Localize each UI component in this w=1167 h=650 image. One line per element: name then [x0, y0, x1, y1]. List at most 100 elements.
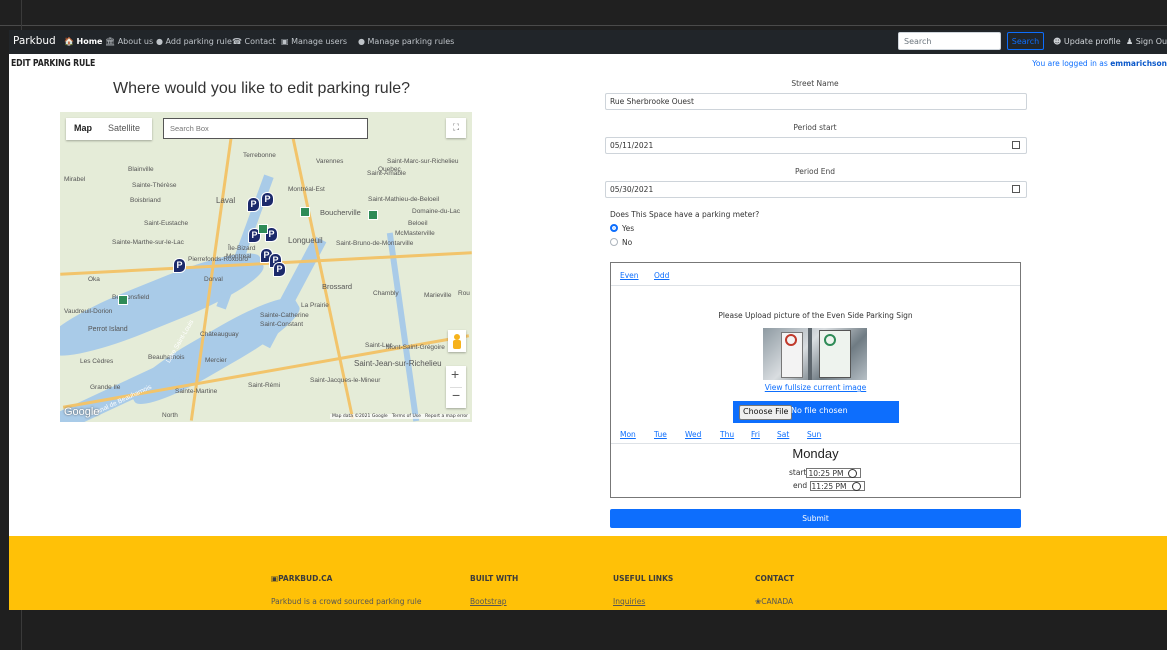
divider [611, 285, 1020, 286]
browser-top-strip [0, 0, 1167, 26]
map-pin-icon: ● [358, 37, 365, 46]
period-end-value: 05/30/2021 [610, 185, 654, 194]
park-marker-icon [368, 210, 378, 220]
footer-contact: CONTACT [755, 574, 795, 583]
navbar-search-input[interactable]: Search [898, 32, 1001, 50]
period-start-input[interactable]: 05/11/2021 [605, 137, 1027, 154]
zoom-out-button[interactable]: − [452, 387, 460, 403]
tab-tue[interactable]: Tue [654, 430, 667, 439]
nav-about-us[interactable]: 🏛 About us [105, 37, 153, 46]
map-city-label: Saint-Jean-sur-Richelieu [354, 359, 442, 368]
map-city-label: Mirabel [64, 176, 86, 183]
map-city-label: Saint-Jacques-le-Mineur [310, 377, 381, 384]
tab-fri[interactable]: Fri [751, 430, 760, 439]
street-name-input[interactable]: Rue Sherbrooke Ouest [605, 93, 1027, 110]
map-city-label: Brossard [322, 282, 353, 291]
map-search-box[interactable]: Search Box [163, 118, 368, 139]
username[interactable]: emmarichson [1110, 59, 1167, 68]
tab-wed[interactable]: Wed [685, 430, 701, 439]
tab-even[interactable]: Even [620, 271, 639, 280]
map-city-label: Laval [216, 196, 236, 205]
end-time-input[interactable]: 11:25 PM [809, 481, 865, 491]
parking-marker-icon[interactable]: P [173, 258, 186, 273]
map-city-label: Blainville [128, 166, 154, 173]
user-icon: ♟ [1126, 37, 1134, 46]
map-city-label: McMasterville [395, 230, 435, 237]
tab-mon[interactable]: Mon [620, 430, 636, 439]
parking-marker-icon[interactable]: P [247, 197, 260, 212]
map-city-label: Saint-Eustache [144, 220, 189, 227]
map-city-label: Marieville [424, 292, 452, 299]
google-logo: Google [64, 406, 100, 418]
google-map[interactable]: Terrebonne Varennes Saint-Marc-sur-Riche… [60, 112, 472, 422]
map-city-label: Saint-Marc-sur-Richelieu [387, 158, 459, 165]
map-attribution[interactable]: Map data ©2021 Google Terms of Use Repor… [329, 414, 470, 419]
brand-link[interactable]: Parkbud [13, 35, 56, 47]
map-city-label: Grande Ile [90, 384, 121, 391]
nav-manage-users[interactable]: ▣ Manage users [281, 37, 347, 46]
tab-odd[interactable]: Odd [654, 271, 669, 280]
logged-in-status: You are logged in as emmarichson [1032, 59, 1167, 68]
park-marker-icon [300, 207, 310, 217]
bank-icon: 🏛 [105, 37, 116, 46]
pegman-body [453, 340, 461, 349]
update-profile-link[interactable]: ☻ Update profile [1053, 37, 1121, 46]
map-city-label: Sainte-Catherine [260, 312, 309, 319]
parking-marker-icon[interactable]: P [273, 262, 286, 277]
tab-sat[interactable]: Sat [777, 430, 789, 439]
clock-icon[interactable] [851, 482, 861, 491]
tab-sun[interactable]: Sun [807, 430, 821, 439]
map-city-label: Mercier [205, 357, 227, 364]
parking-sign-panel: Even Odd Please Upload picture of the Ev… [610, 262, 1021, 498]
upload-instruction: Please Upload picture of the Even Side P… [718, 311, 913, 320]
footer-useful-links: USEFUL LINKS [613, 574, 674, 583]
map-city-label: Mont-Saint-Grégoire [386, 344, 445, 351]
home-icon: 🏠 [64, 37, 74, 46]
pegman-icon[interactable] [448, 330, 466, 352]
footer-contact-text: ❀CANADA [755, 597, 794, 606]
calendar-icon[interactable] [1012, 141, 1020, 149]
start-time-row: start 10:25 PM [789, 468, 862, 478]
map-city-label: Varennes [316, 158, 344, 165]
tab-thu[interactable]: Thu [720, 430, 734, 439]
nav-home[interactable]: 🏠 Home [64, 37, 102, 46]
parking-meter-question: Does This Space have a parking meter? [610, 210, 760, 219]
meter-no-radio[interactable]: No [610, 238, 632, 247]
map-city-label: Terrebonne [243, 152, 276, 159]
calendar-icon[interactable] [1012, 185, 1020, 193]
parking-marker-icon[interactable]: P [261, 192, 274, 207]
zoom-in-button[interactable]: + [451, 366, 459, 382]
choose-file-button[interactable]: Choose File [739, 405, 793, 420]
nav-manage-parking-rules[interactable]: ● Manage parking rules [358, 37, 454, 46]
day-title: Monday [792, 446, 839, 461]
clock-icon[interactable] [848, 469, 858, 478]
map-type-satellite-button[interactable]: Satellite [108, 123, 140, 133]
start-time-input[interactable]: 10:25 PM [806, 468, 862, 478]
nav-contact[interactable]: ☎ Contact [232, 37, 276, 46]
map-heading: Where would you like to edit parking rul… [113, 80, 411, 97]
nav-add-parking-rule[interactable]: ● Add parking rule [156, 37, 232, 46]
navbar-search-button[interactable]: Search [1007, 32, 1044, 50]
map-city-label: Domaine-du-Lac [412, 208, 461, 215]
bootstrap-link[interactable]: Bootstrap [470, 597, 507, 606]
period-end-input[interactable]: 05/30/2021 [605, 181, 1027, 198]
file-upload-control[interactable]: Choose File No file chosen [733, 401, 899, 423]
parking-sign-image[interactable] [763, 328, 867, 380]
map-city-label: Saint-Mathieu-de-Beloeil [368, 196, 440, 203]
radio-checked-icon [610, 224, 618, 232]
map-city-label: Chambly [373, 290, 399, 297]
map-city-label: Vaudreuil-Dorion [64, 308, 113, 315]
no-parking-circle [785, 334, 797, 346]
sign-pole [808, 328, 812, 380]
map-city-label: Boucherville [320, 208, 361, 217]
map-city-label: North [162, 412, 178, 419]
sign-out-link[interactable]: ♟ Sign Out [1126, 37, 1167, 46]
inquiries-link[interactable]: Inquiries [613, 597, 645, 606]
fullscreen-icon[interactable]: ⛶ [446, 118, 466, 138]
map-city-label: La Prairie [301, 302, 329, 309]
radio-unchecked-icon [610, 238, 618, 246]
map-type-map-button[interactable]: Map [74, 123, 92, 133]
meter-yes-radio[interactable]: Yes [610, 224, 634, 233]
view-fullsize-link[interactable]: View fullsize current image [611, 383, 1020, 392]
submit-button[interactable]: Submit [610, 509, 1021, 528]
